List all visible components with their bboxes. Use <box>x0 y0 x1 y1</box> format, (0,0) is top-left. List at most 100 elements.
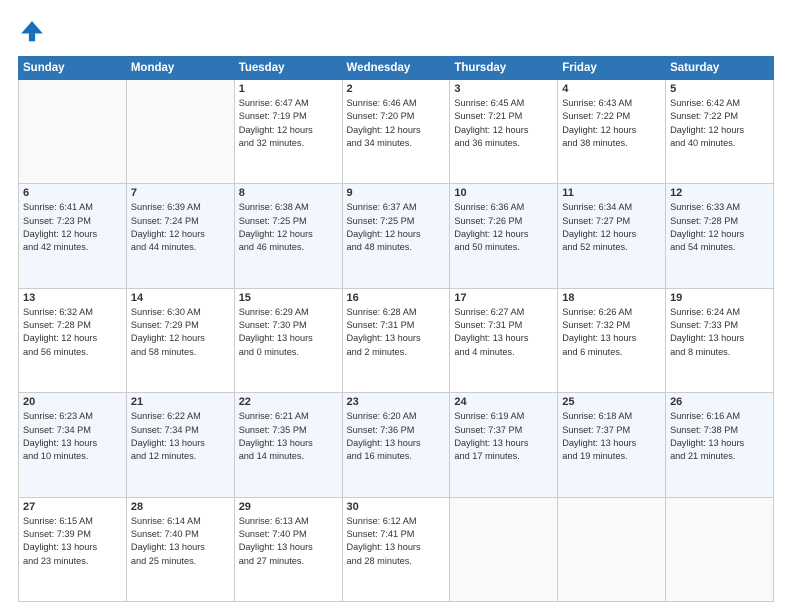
day-number: 7 <box>131 187 230 199</box>
day-number: 3 <box>454 83 553 95</box>
day-number: 14 <box>131 292 230 304</box>
calendar-cell: 26 Sunrise: 6:16 AM Sunset: 7:38 PM Dayli… <box>666 393 774 497</box>
day-number: 1 <box>239 83 338 95</box>
day-info: Sunrise: 6:27 AM Sunset: 7:31 PM Dayligh… <box>454 306 553 359</box>
calendar-week-1: 6 Sunrise: 6:41 AM Sunset: 7:23 PM Daylig… <box>19 184 774 288</box>
day-info: Sunrise: 6:34 AM Sunset: 7:27 PM Dayligh… <box>562 201 661 254</box>
calendar-cell: 10Sunrise: 6:36 AM Sunset: 7:26 PM Dayli… <box>450 184 558 288</box>
day-number: 4 <box>562 83 661 95</box>
weekday-monday: Monday <box>126 57 234 80</box>
day-info: Sunrise: 6:24 AM Sunset: 7:33 PM Dayligh… <box>670 306 769 359</box>
calendar-cell <box>126 80 234 184</box>
header <box>18 18 774 46</box>
calendar-cell: 7Sunrise: 6:39 AM Sunset: 7:24 PM Daylig… <box>126 184 234 288</box>
day-number: 19 <box>670 292 769 304</box>
calendar-cell: 9 Sunrise: 6:37 AM Sunset: 7:25 PM Daylig… <box>342 184 450 288</box>
calendar-cell: 21 Sunrise: 6:22 AM Sunset: 7:34 PM Dayli… <box>126 393 234 497</box>
calendar-cell: 29 Sunrise: 6:13 AM Sunset: 7:40 PM Dayli… <box>234 497 342 601</box>
day-number: 17 <box>454 292 553 304</box>
calendar-week-3: 20 Sunrise: 6:23 AM Sunset: 7:34 PM Dayli… <box>19 393 774 497</box>
day-number: 16 <box>347 292 446 304</box>
day-info: Sunrise: 6:23 AM Sunset: 7:34 PM Dayligh… <box>23 410 122 463</box>
calendar-cell: 15Sunrise: 6:29 AM Sunset: 7:30 PM Dayli… <box>234 288 342 392</box>
calendar-cell: 13 Sunrise: 6:32 AM Sunset: 7:28 PM Dayli… <box>19 288 127 392</box>
calendar-cell: 20 Sunrise: 6:23 AM Sunset: 7:34 PM Dayli… <box>19 393 127 497</box>
calendar-cell: 18 Sunrise: 6:26 AM Sunset: 7:32 PM Dayli… <box>558 288 666 392</box>
day-number: 8 <box>239 187 338 199</box>
day-info: Sunrise: 6:20 AM Sunset: 7:36 PM Dayligh… <box>347 410 446 463</box>
calendar-cell: 4 Sunrise: 6:43 AM Sunset: 7:22 PM Daylig… <box>558 80 666 184</box>
day-info: Sunrise: 6:46 AM Sunset: 7:20 PM Dayligh… <box>347 97 446 150</box>
day-number: 23 <box>347 396 446 408</box>
calendar-cell: 2 Sunrise: 6:46 AM Sunset: 7:20 PM Daylig… <box>342 80 450 184</box>
calendar-cell: 12 Sunrise: 6:33 AM Sunset: 7:28 PM Dayli… <box>666 184 774 288</box>
day-number: 21 <box>131 396 230 408</box>
day-info: Sunrise: 6:32 AM Sunset: 7:28 PM Dayligh… <box>23 306 122 359</box>
day-info: Sunrise: 6:26 AM Sunset: 7:32 PM Dayligh… <box>562 306 661 359</box>
calendar-header: SundayMondayTuesdayWednesdayThursdayFrid… <box>19 57 774 80</box>
day-info: Sunrise: 6:29 AM Sunset: 7:30 PM Dayligh… <box>239 306 338 359</box>
day-number: 30 <box>347 501 446 513</box>
logo-icon <box>18 18 46 46</box>
day-info: Sunrise: 6:37 AM Sunset: 7:25 PM Dayligh… <box>347 201 446 254</box>
day-number: 11 <box>562 187 661 199</box>
calendar-cell: 22 Sunrise: 6:21 AM Sunset: 7:35 PM Dayli… <box>234 393 342 497</box>
calendar-cell <box>450 497 558 601</box>
calendar-cell <box>19 80 127 184</box>
day-number: 9 <box>347 187 446 199</box>
day-info: Sunrise: 6:30 AM Sunset: 7:29 PM Dayligh… <box>131 306 230 359</box>
weekday-thursday: Thursday <box>450 57 558 80</box>
calendar-cell <box>666 497 774 601</box>
logo <box>18 18 50 46</box>
calendar-cell: 28Sunrise: 6:14 AM Sunset: 7:40 PM Dayli… <box>126 497 234 601</box>
day-number: 6 <box>23 187 122 199</box>
day-number: 27 <box>23 501 122 513</box>
calendar-cell: 25 Sunrise: 6:18 AM Sunset: 7:37 PM Dayli… <box>558 393 666 497</box>
day-info: Sunrise: 6:16 AM Sunset: 7:38 PM Dayligh… <box>670 410 769 463</box>
calendar-cell: 11 Sunrise: 6:34 AM Sunset: 7:27 PM Dayli… <box>558 184 666 288</box>
calendar-cell: 14 Sunrise: 6:30 AM Sunset: 7:29 PM Dayli… <box>126 288 234 392</box>
calendar-cell: 24 Sunrise: 6:19 AM Sunset: 7:37 PM Dayli… <box>450 393 558 497</box>
day-number: 2 <box>347 83 446 95</box>
day-number: 26 <box>670 396 769 408</box>
calendar-week-0: 1 Sunrise: 6:47 AM Sunset: 7:19 PM Daylig… <box>19 80 774 184</box>
day-info: Sunrise: 6:14 AM Sunset: 7:40 PM Dayligh… <box>131 515 230 568</box>
page: SundayMondayTuesdayWednesdayThursdayFrid… <box>0 0 792 612</box>
day-number: 22 <box>239 396 338 408</box>
day-info: Sunrise: 6:41 AM Sunset: 7:23 PM Dayligh… <box>23 201 122 254</box>
day-number: 13 <box>23 292 122 304</box>
day-info: Sunrise: 6:19 AM Sunset: 7:37 PM Dayligh… <box>454 410 553 463</box>
day-info: Sunrise: 6:43 AM Sunset: 7:22 PM Dayligh… <box>562 97 661 150</box>
day-info: Sunrise: 6:38 AM Sunset: 7:25 PM Dayligh… <box>239 201 338 254</box>
day-number: 24 <box>454 396 553 408</box>
calendar-cell: 5Sunrise: 6:42 AM Sunset: 7:22 PM Daylig… <box>666 80 774 184</box>
day-info: Sunrise: 6:21 AM Sunset: 7:35 PM Dayligh… <box>239 410 338 463</box>
calendar-cell: 8 Sunrise: 6:38 AM Sunset: 7:25 PM Daylig… <box>234 184 342 288</box>
calendar-body: 1 Sunrise: 6:47 AM Sunset: 7:19 PM Daylig… <box>19 80 774 602</box>
day-info: Sunrise: 6:33 AM Sunset: 7:28 PM Dayligh… <box>670 201 769 254</box>
day-number: 5 <box>670 83 769 95</box>
calendar-cell: 19 Sunrise: 6:24 AM Sunset: 7:33 PM Dayli… <box>666 288 774 392</box>
calendar-cell: 17 Sunrise: 6:27 AM Sunset: 7:31 PM Dayli… <box>450 288 558 392</box>
weekday-sunday: Sunday <box>19 57 127 80</box>
day-info: Sunrise: 6:13 AM Sunset: 7:40 PM Dayligh… <box>239 515 338 568</box>
calendar-cell: 16 Sunrise: 6:28 AM Sunset: 7:31 PM Dayli… <box>342 288 450 392</box>
day-info: Sunrise: 6:12 AM Sunset: 7:41 PM Dayligh… <box>347 515 446 568</box>
day-number: 18 <box>562 292 661 304</box>
day-number: 20 <box>23 396 122 408</box>
calendar-cell: 23 Sunrise: 6:20 AM Sunset: 7:36 PM Dayli… <box>342 393 450 497</box>
day-number: 12 <box>670 187 769 199</box>
day-number: 29 <box>239 501 338 513</box>
day-info: Sunrise: 6:28 AM Sunset: 7:31 PM Dayligh… <box>347 306 446 359</box>
day-info: Sunrise: 6:47 AM Sunset: 7:19 PM Dayligh… <box>239 97 338 150</box>
calendar-cell: 27 Sunrise: 6:15 AM Sunset: 7:39 PM Dayli… <box>19 497 127 601</box>
day-info: Sunrise: 6:45 AM Sunset: 7:21 PM Dayligh… <box>454 97 553 150</box>
calendar-table: SundayMondayTuesdayWednesdayThursdayFrid… <box>18 56 774 602</box>
day-info: Sunrise: 6:18 AM Sunset: 7:37 PM Dayligh… <box>562 410 661 463</box>
weekday-header-row: SundayMondayTuesdayWednesdayThursdayFrid… <box>19 57 774 80</box>
day-number: 25 <box>562 396 661 408</box>
calendar-cell: 30 Sunrise: 6:12 AM Sunset: 7:41 PM Dayli… <box>342 497 450 601</box>
day-info: Sunrise: 6:15 AM Sunset: 7:39 PM Dayligh… <box>23 515 122 568</box>
day-info: Sunrise: 6:22 AM Sunset: 7:34 PM Dayligh… <box>131 410 230 463</box>
day-info: Sunrise: 6:36 AM Sunset: 7:26 PM Dayligh… <box>454 201 553 254</box>
